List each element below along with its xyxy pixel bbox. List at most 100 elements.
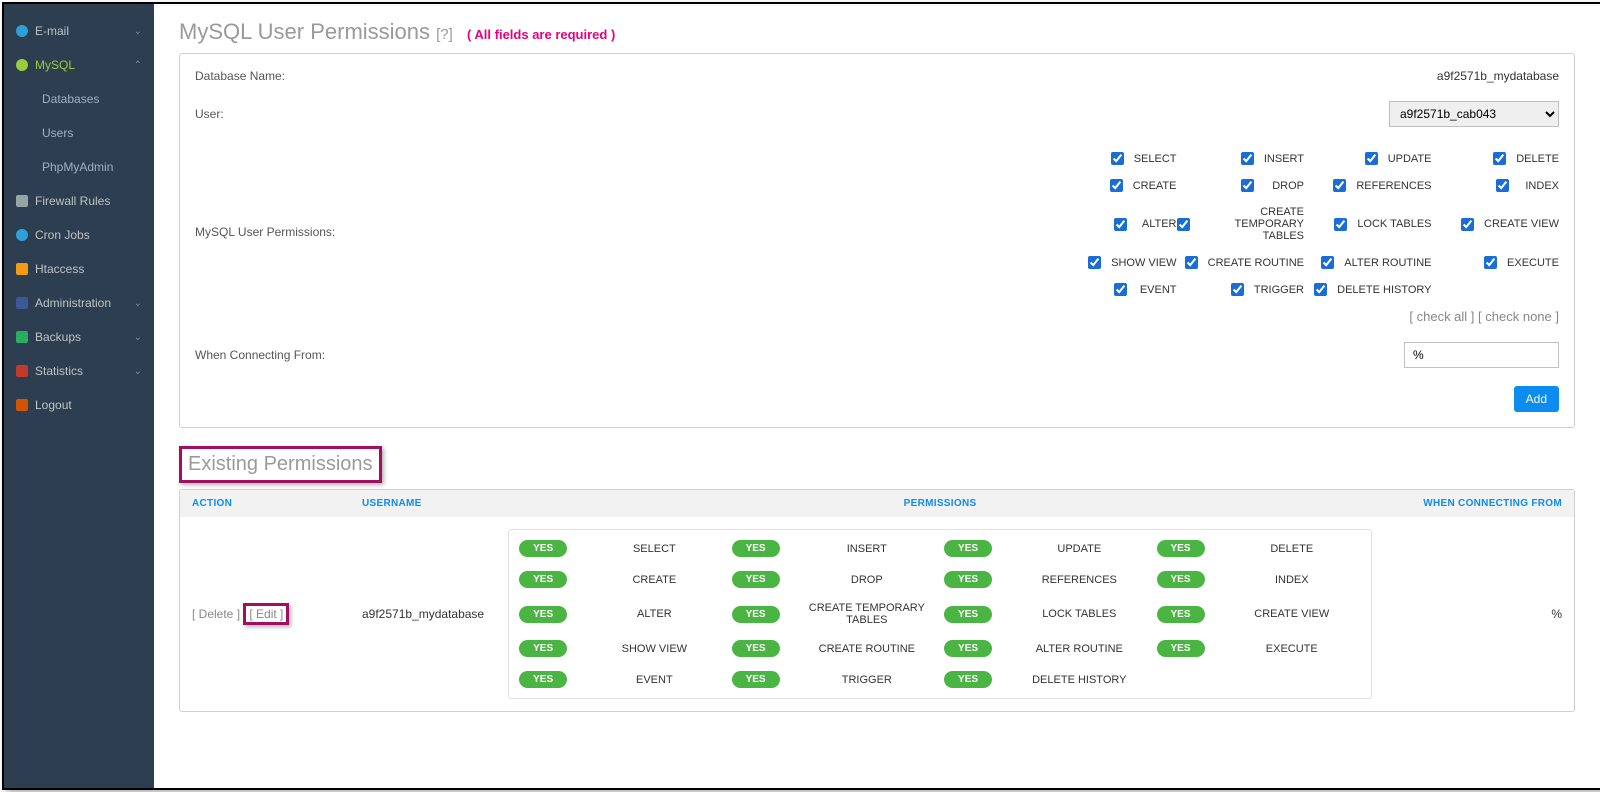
yes-badge: YES: [732, 571, 780, 588]
chevron-down-icon: ⌄: [134, 298, 142, 309]
perm-checkbox-drop[interactable]: [1241, 179, 1254, 192]
perm-checkbox-select[interactable]: [1111, 152, 1124, 165]
sidebar-item-users[interactable]: Users: [4, 116, 154, 150]
page-title: MySQL User Permissions [?] ( All fields …: [179, 19, 1575, 45]
perm-checkbox-alter-routine[interactable]: [1321, 256, 1334, 269]
permissions-form-panel: Database Name: a9f2571b_mydatabase User:…: [179, 53, 1575, 428]
row-perm-name: SHOW VIEW: [585, 643, 723, 655]
perm-checkbox-update[interactable]: [1365, 152, 1378, 165]
sidebar-item-phpmyadmin[interactable]: PhpMyAdmin: [4, 150, 154, 184]
yes-badge: YES: [732, 640, 780, 657]
sidebar-item-label: Users: [42, 126, 73, 140]
help-icon[interactable]: [?]: [436, 26, 453, 43]
perm-cell: DELETE: [1432, 145, 1560, 172]
row-perm-name: CREATE: [585, 574, 723, 586]
sidebar-item-label: Firewall Rules: [35, 194, 110, 208]
sidebar-item-administration[interactable]: Administration⌄: [4, 286, 154, 320]
row-perm-cell: YESEXECUTE: [1157, 640, 1361, 657]
row-perm-name: ALTER: [585, 608, 723, 620]
delete-link[interactable]: [ Delete ]: [192, 607, 240, 621]
check-none-link[interactable]: [ check none ]: [1478, 309, 1559, 324]
row-perm-cell: YESALTER ROUTINE: [944, 640, 1148, 657]
perm-checkbox-create-routine[interactable]: [1185, 256, 1198, 269]
perm-cell: CREATE ROUTINE: [1177, 249, 1305, 276]
perm-checkbox-trigger[interactable]: [1231, 283, 1244, 296]
db-name-label: Database Name:: [195, 69, 355, 83]
perm-checkbox-create-temporary-tables[interactable]: [1177, 218, 1190, 231]
perm-checkbox-index[interactable]: [1496, 179, 1509, 192]
row-permissions-grid: YESSELECTYESINSERTYESUPDATEYESDELETEYESC…: [508, 529, 1372, 699]
perm-label: EVENT: [1137, 284, 1177, 296]
perm-cell: ALTER: [1049, 199, 1177, 249]
sidebar-item-label: Htaccess: [35, 262, 84, 276]
yes-badge: YES: [1157, 571, 1205, 588]
row-perm-cell: YESCREATE ROUTINE: [732, 640, 936, 657]
yes-badge: YES: [944, 540, 992, 557]
perm-cell: TRIGGER: [1177, 276, 1305, 303]
perm-checkbox-delete-history[interactable]: [1314, 283, 1327, 296]
sidebar-item-databases[interactable]: Databases: [4, 82, 154, 116]
chevron-down-icon: ⌄: [134, 366, 142, 377]
check-all-link[interactable]: [ check all ]: [1409, 309, 1474, 324]
sidebar-item-statistics[interactable]: Statistics⌄: [4, 354, 154, 388]
perm-cell: CREATE VIEW: [1432, 199, 1560, 249]
add-button[interactable]: Add: [1514, 386, 1559, 412]
yes-badge: YES: [1157, 640, 1205, 657]
perm-checkbox-create[interactable]: [1110, 179, 1123, 192]
db-name-value: a9f2571b_mydatabase: [355, 69, 1559, 83]
sidebar-item-firewall-rules[interactable]: Firewall Rules: [4, 184, 154, 218]
perm-checkbox-event[interactable]: [1114, 283, 1127, 296]
perm-checkbox-alter[interactable]: [1114, 218, 1127, 231]
perm-cell: CREATE TEMPORARY TABLES: [1177, 199, 1305, 249]
row-perm-name: TRIGGER: [798, 674, 936, 686]
perm-cell: CREATE: [1049, 172, 1177, 199]
permissions-grid: SELECTINSERTUPDATEDELETECREATEDROPREFERE…: [1049, 145, 1559, 303]
perm-checkbox-insert[interactable]: [1241, 152, 1254, 165]
row-perm-cell: YESDELETE HISTORY: [944, 671, 1148, 688]
page-title-text: MySQL User Permissions: [179, 19, 430, 44]
row-perm-cell: YESTRIGGER: [732, 671, 936, 688]
sidebar-item-mysql[interactable]: MySQL⌃: [4, 48, 154, 82]
row-perm-cell: YESCREATE TEMPORARY TABLES: [732, 602, 936, 626]
perm-checkbox-delete[interactable]: [1493, 152, 1506, 165]
yes-badge: YES: [519, 606, 567, 623]
perm-label: TRIGGER: [1254, 284, 1304, 296]
perm-label: CREATE: [1133, 180, 1177, 192]
th-permissions: PERMISSIONS: [496, 490, 1384, 517]
row-perm-name: REFERENCES: [1010, 574, 1148, 586]
existing-permissions-table: ACTION USERNAME PERMISSIONS WHEN CONNECT…: [180, 490, 1574, 711]
existing-permissions-panel: ACTION USERNAME PERMISSIONS WHEN CONNECT…: [179, 489, 1575, 712]
perm-label: CREATE VIEW: [1484, 218, 1559, 230]
row-perm-name: INSERT: [798, 543, 936, 555]
sidebar-item-htaccess[interactable]: Htaccess: [4, 252, 154, 286]
perm-label: ALTER: [1137, 218, 1177, 230]
sidebar-item-logout[interactable]: Logout: [4, 388, 154, 422]
perm-label: LOCK TABLES: [1357, 218, 1431, 230]
perm-checkbox-show-view[interactable]: [1088, 256, 1101, 269]
row-perm-name: INDEX: [1223, 574, 1361, 586]
sidebar-item-cron-jobs[interactable]: Cron Jobs: [4, 218, 154, 252]
perm-checkbox-create-view[interactable]: [1461, 218, 1474, 231]
perm-checkbox-lock-tables[interactable]: [1334, 218, 1347, 231]
row-perm-cell: [1157, 671, 1361, 688]
row-perm-name: UPDATE: [1010, 543, 1148, 555]
perm-checkbox-execute[interactable]: [1484, 256, 1497, 269]
row-perm-name: DELETE HISTORY: [1010, 674, 1148, 686]
perm-cell: EXECUTE: [1432, 249, 1560, 276]
row-perm-cell: YESSELECT: [519, 540, 723, 557]
username-cell: a9f2571b_mydatabase: [350, 517, 496, 711]
perm-label: DROP: [1264, 180, 1304, 192]
backup-icon: [16, 331, 28, 343]
sidebar-item-e-mail[interactable]: E-mail⌄: [4, 14, 154, 48]
yes-badge: YES: [1157, 540, 1205, 557]
sidebar-item-backups[interactable]: Backups⌄: [4, 320, 154, 354]
cron-icon: [16, 229, 28, 241]
sidebar-item-label: Databases: [42, 92, 99, 106]
perm-label: UPDATE: [1388, 153, 1432, 165]
existing-permissions-title: Existing Permissions: [179, 446, 382, 483]
edit-link[interactable]: [ Edit ]: [249, 607, 283, 621]
connecting-from-input[interactable]: [1404, 342, 1559, 368]
user-select[interactable]: a9f2571b_cab043: [1389, 101, 1559, 127]
perm-checkbox-references[interactable]: [1333, 179, 1346, 192]
yes-badge: YES: [519, 571, 567, 588]
